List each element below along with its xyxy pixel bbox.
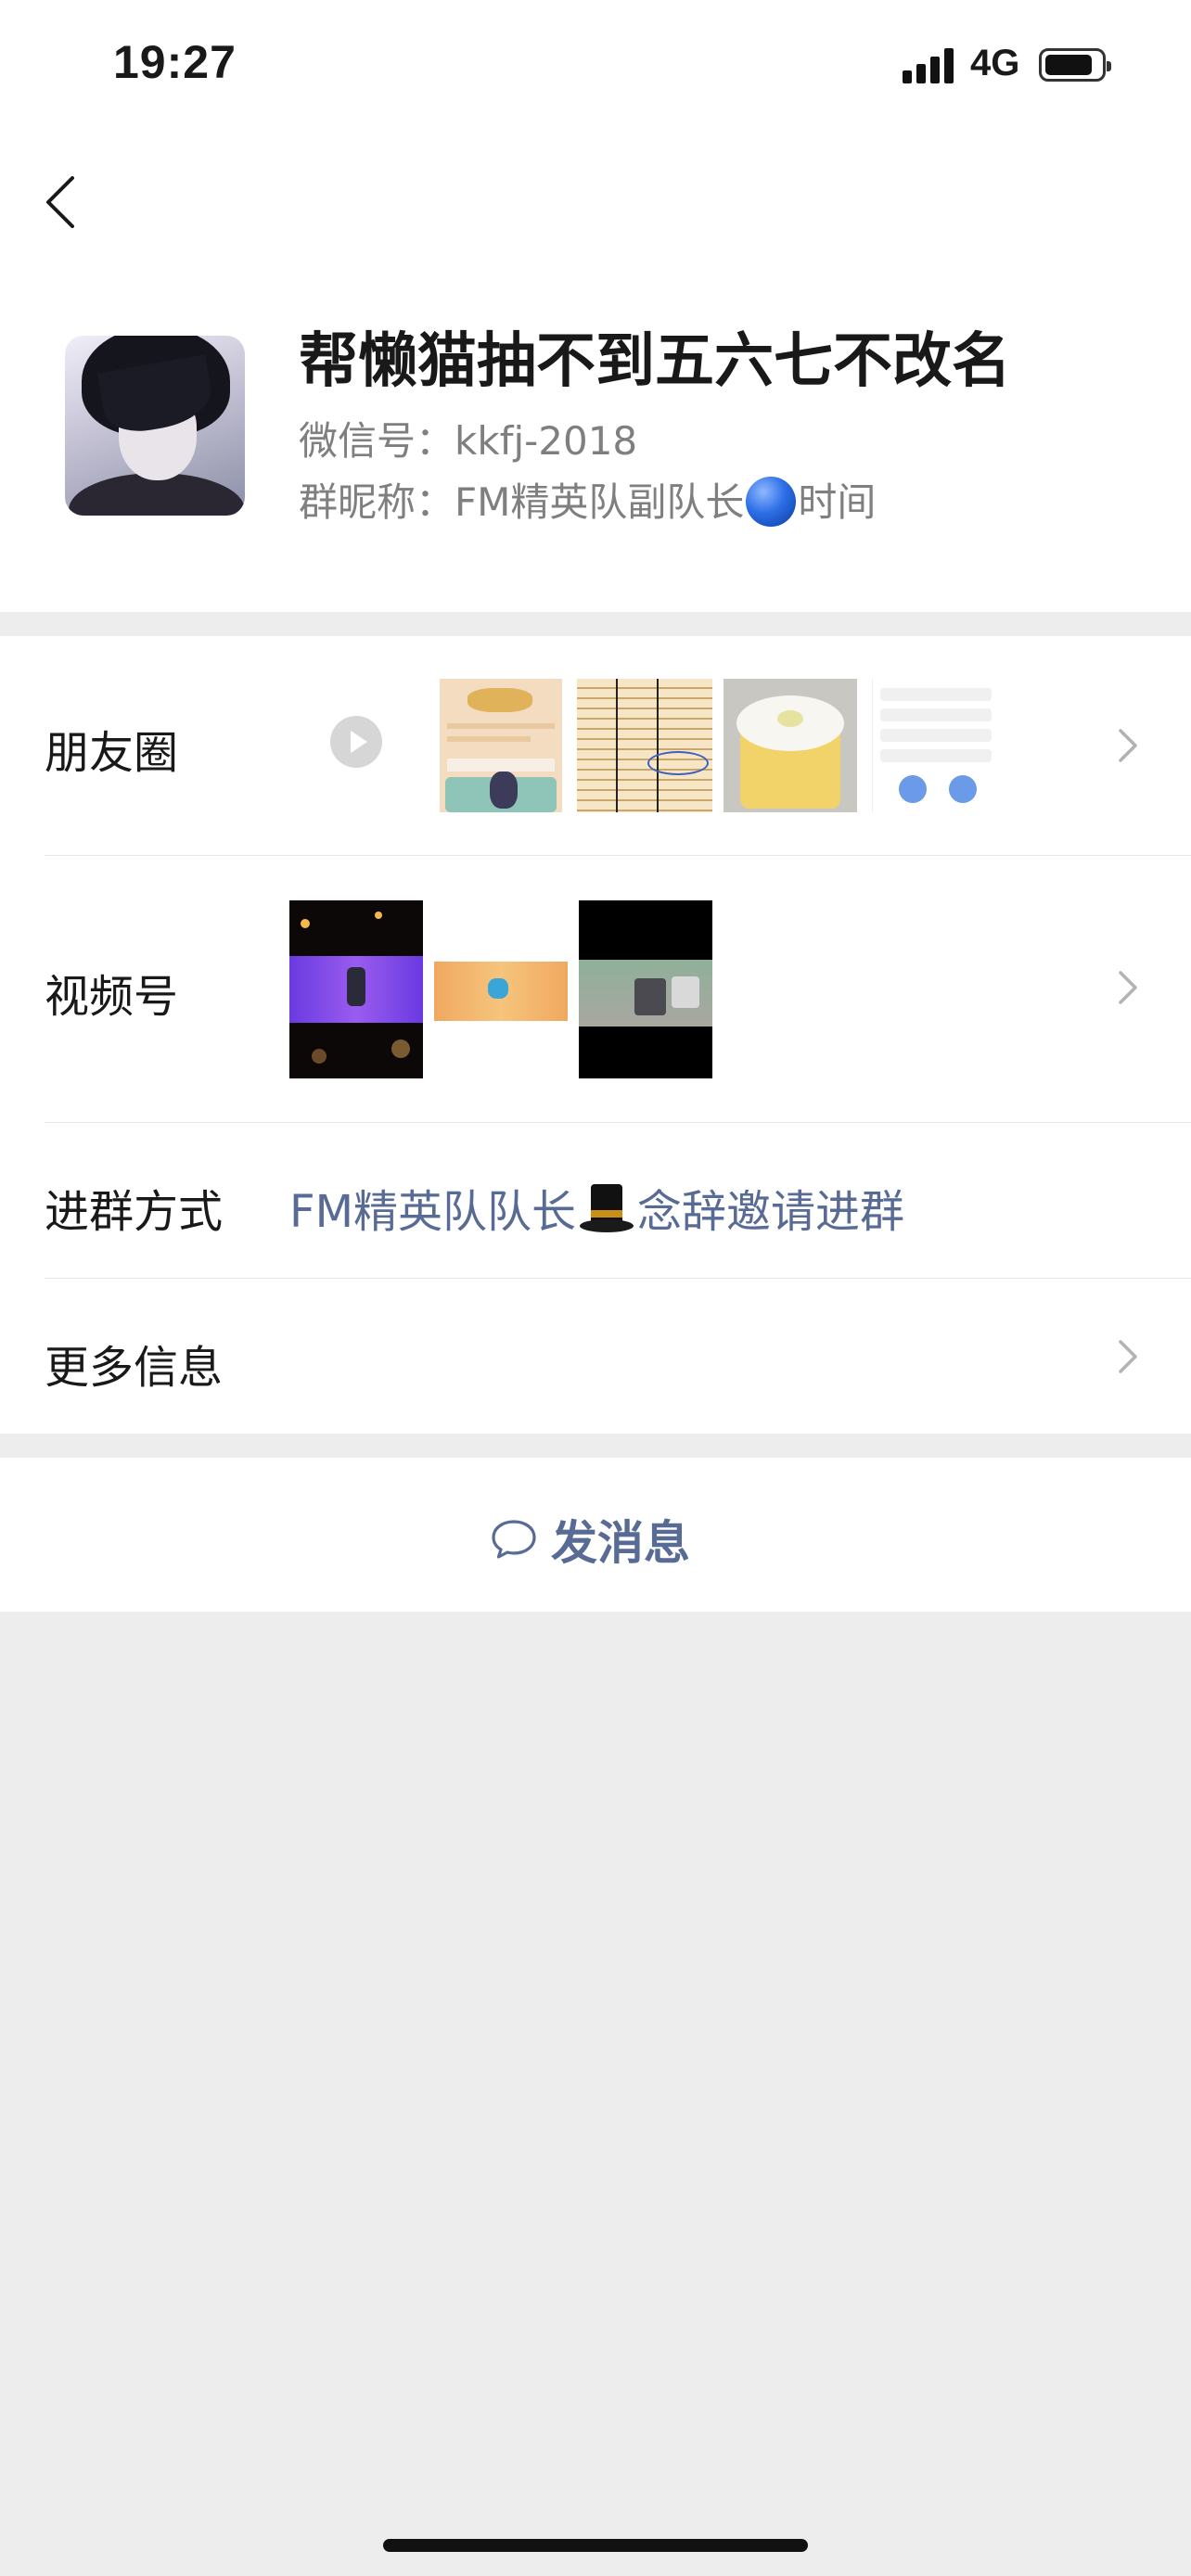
group-nickname-line: 群昵称：FM精英队副队长 时间	[299, 471, 876, 528]
battery-icon	[1039, 48, 1111, 82]
chevron-left-icon[interactable]	[39, 169, 83, 236]
group-nickname-label: 群昵称：	[299, 479, 455, 525]
group-nickname-prefix: FM精英队副队长	[455, 479, 745, 525]
moments-thumbnail	[872, 679, 997, 812]
network-type: 4G	[970, 43, 1020, 83]
send-message-button[interactable]: 发消息	[0, 1458, 1191, 1612]
moments-label: 朋友圈	[45, 727, 179, 779]
inviter-name-prefix[interactable]: FM精英队队长	[289, 1186, 576, 1238]
wechat-id-line: 微信号：kkfj-2018	[299, 410, 637, 466]
chevron-right-icon	[1119, 729, 1137, 762]
more-info-label: 更多信息	[45, 1342, 224, 1394]
signal-icon	[903, 48, 958, 83]
profile-header: 帮懒猫抽不到五六七不改名 微信号：kkfj-2018 群昵称：FM精英队副队长 时…	[0, 130, 1191, 612]
moments-row[interactable]: 朋友圈	[0, 636, 1191, 855]
top-hat-emoji-icon	[578, 1184, 635, 1234]
channels-label: 视频号	[45, 971, 179, 1023]
info-card: 朋友圈 视频号 进群方式 FM精英队队长 念辞邀请进群 更多信息	[0, 636, 1191, 1434]
group-nickname-suffix: 时间	[798, 479, 877, 525]
channel-thumbnail	[434, 962, 568, 1021]
moments-thumbnail	[440, 679, 562, 812]
invite-action-text: 邀请进群	[726, 1186, 905, 1238]
status-time: 19:27	[113, 36, 237, 88]
channels-row[interactable]: 视频号	[0, 856, 1191, 1121]
channel-thumbnail	[579, 900, 712, 1078]
join-method-row: 进群方式 FM精英队队长 念辞邀请进群	[0, 1123, 1191, 1277]
inviter-name-suffix[interactable]: 念辞	[637, 1186, 726, 1238]
moments-thumbnail	[577, 679, 712, 812]
more-info-row[interactable]: 更多信息	[0, 1279, 1191, 1434]
chat-bubble-icon	[492, 1520, 536, 1559]
join-method-label: 进群方式	[45, 1186, 224, 1238]
channel-thumbnail	[289, 900, 423, 1078]
moments-thumbnail	[724, 679, 857, 812]
send-message-content: 发消息	[490, 1506, 690, 1573]
wechat-id-label: 微信号：	[299, 418, 455, 464]
home-indicator	[383, 2539, 808, 2552]
send-message-card: 发消息	[0, 1458, 1191, 1612]
play-icon	[330, 716, 382, 768]
blue-circle-emoji-icon	[746, 477, 797, 527]
inviter-info: FM精英队队长 念辞邀请进群	[289, 1175, 904, 1240]
profile-name: 帮懒猫抽不到五六七不改名	[299, 327, 1011, 396]
wechat-id-value: kkfj-2018	[455, 418, 638, 464]
avatar[interactable]	[65, 336, 245, 516]
chevron-right-icon	[1119, 1340, 1137, 1373]
chevron-right-icon	[1119, 971, 1137, 1004]
send-message-label: 发消息	[551, 1516, 690, 1570]
status-bar: 19:27 4G	[0, 0, 1191, 130]
